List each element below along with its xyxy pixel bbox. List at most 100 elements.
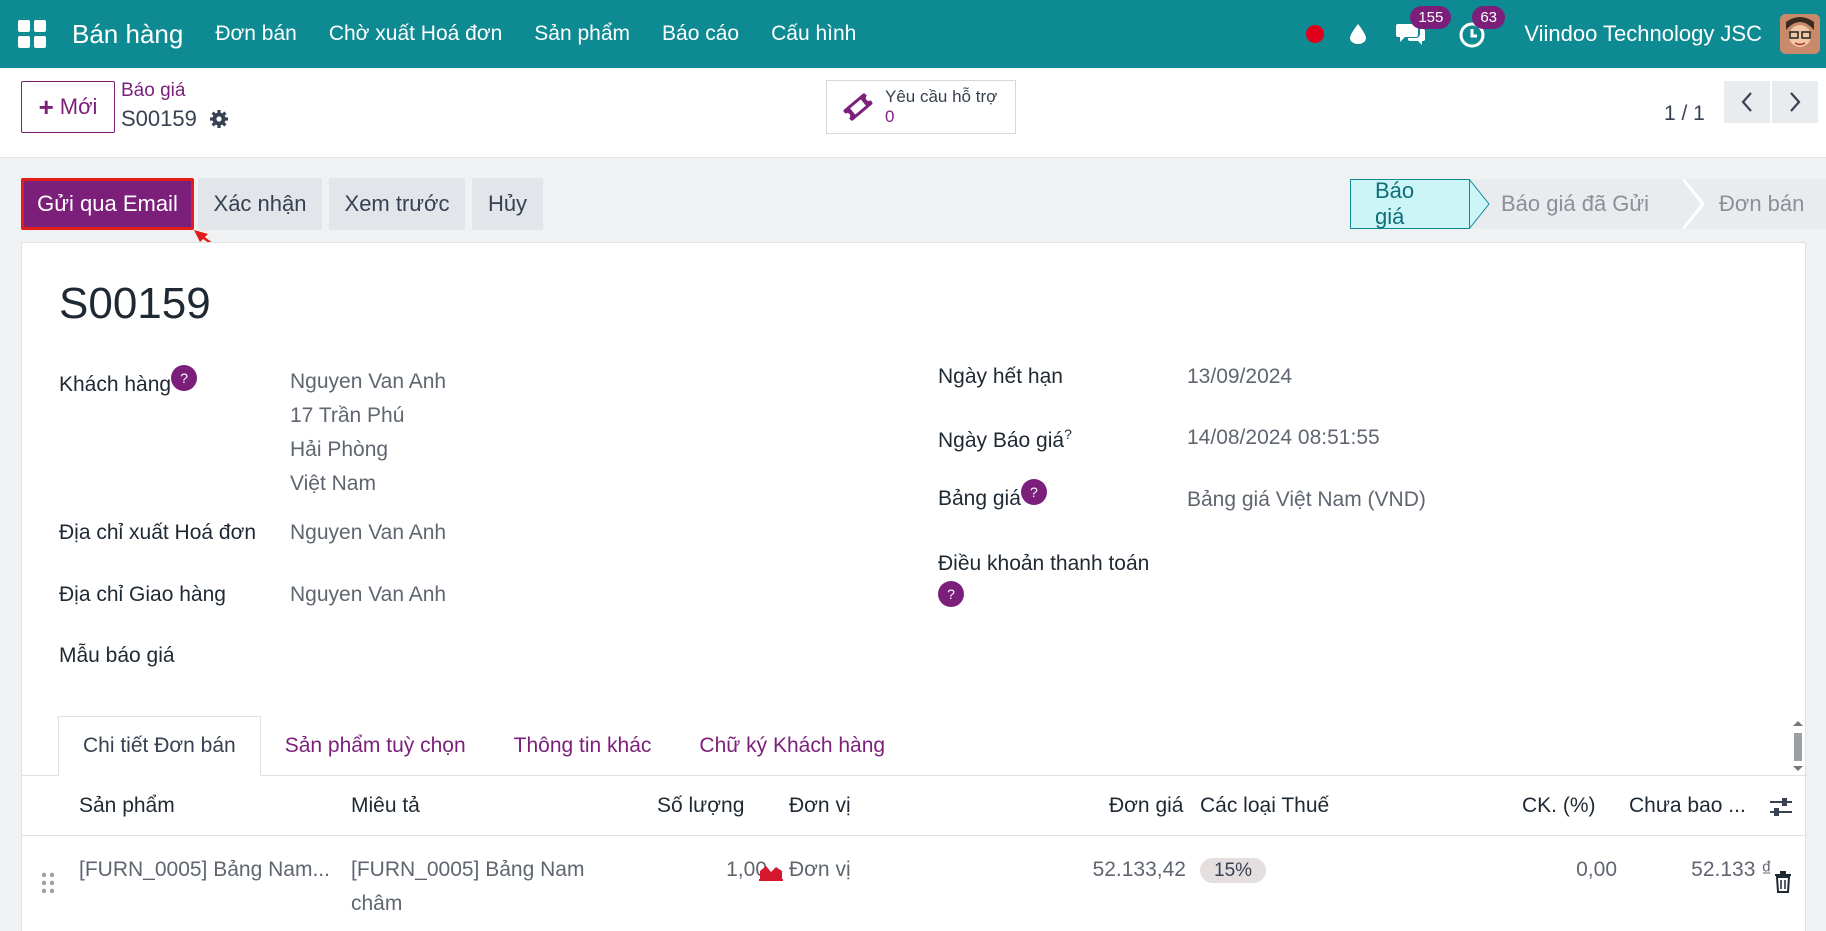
- pricelist-label-text: Bảng giá: [938, 487, 1021, 510]
- tab-customer-signature[interactable]: Chữ ký Khách hàng: [675, 716, 909, 776]
- activities-button[interactable]: 63: [1458, 6, 1505, 48]
- drop-icon[interactable]: [1350, 24, 1367, 44]
- payment-terms-label: Điều khoản thanh toán ?: [938, 549, 1149, 609]
- col-subtotal[interactable]: Chưa bao ...: [1629, 794, 1746, 818]
- stage-arrow-icon: [1469, 179, 1491, 229]
- ticket-icon: [843, 93, 873, 121]
- support-ticket-smart-button[interactable]: Yêu cầu hỗ trợ 0: [826, 80, 1016, 134]
- page-title: S00159: [59, 279, 211, 328]
- send-email-button[interactable]: Gửi qua Email: [21, 178, 194, 230]
- confirm-button[interactable]: Xác nhận: [198, 178, 322, 230]
- invoice-address-label: Địa chỉ xuất Hoá đơn: [59, 521, 257, 544]
- company-switcher[interactable]: Viindoo Technology JSC: [1524, 21, 1762, 47]
- menu-orders[interactable]: Đơn bán: [215, 22, 297, 46]
- tab-optional-products[interactable]: Sản phẩm tuỳ chọn: [261, 716, 490, 776]
- pager-next-button[interactable]: [1772, 81, 1818, 123]
- trash-icon[interactable]: [1774, 871, 1792, 893]
- expiration-label: Ngày hết hạn: [938, 365, 1063, 388]
- payment-terms-field[interactable]: [1187, 545, 1767, 579]
- breadcrumb-quotations[interactable]: Báo giá: [121, 80, 185, 102]
- tab-order-lines[interactable]: Chi tiết Đơn bán: [58, 716, 261, 776]
- pager-previous-button[interactable]: [1724, 81, 1770, 123]
- vertical-scrollbar[interactable]: [1792, 721, 1804, 771]
- customer-label-text: Khách hàng: [59, 373, 172, 396]
- pricelist-field[interactable]: Bảng giá Việt Nam (VND): [1187, 488, 1426, 512]
- cell-description-line-1: [FURN_0005] Bảng Nam: [351, 858, 585, 881]
- cell-uom[interactable]: Đơn vị: [789, 853, 851, 887]
- plus-icon: +: [38, 91, 54, 122]
- cell-description[interactable]: [FURN_0005] Bảng Nam châm: [351, 853, 584, 921]
- customer-city: Hải Phòng: [290, 438, 389, 461]
- customer-field[interactable]: Nguyen Van Anh 17 Trần Phú Hải Phòng Việ…: [290, 365, 446, 501]
- drag-handle-icon[interactable]: [40, 871, 56, 895]
- quotation-template-label: Mẫu báo giá: [59, 644, 175, 667]
- column-settings-icon[interactable]: [1768, 796, 1794, 818]
- quotation-date-label-text: Ngày Báo giá: [938, 429, 1065, 452]
- forecast-chart-icon[interactable]: [759, 863, 783, 881]
- quotation-date-field[interactable]: 14/08/2024 08:51:55: [1187, 426, 1380, 450]
- support-count: 0: [885, 107, 895, 126]
- invoice-address-field[interactable]: Nguyen Van Anh: [290, 521, 446, 545]
- record-name: S00159: [121, 106, 197, 131]
- top-navbar: Bán hàng Đơn bán Chờ xuất Hoá đơn Sản ph…: [0, 0, 1826, 68]
- cell-discount[interactable]: 0,00: [1472, 853, 1617, 887]
- cell-description-line-2: châm: [351, 892, 403, 915]
- user-avatar[interactable]: [1780, 14, 1820, 54]
- messages-badge: 155: [1410, 6, 1452, 29]
- table-row[interactable]: [FURN_0005] Bảng Nam... [FURN_0005] Bảng…: [22, 837, 1807, 931]
- menu-reporting[interactable]: Báo cáo: [662, 22, 739, 46]
- expiration-field[interactable]: 13/09/2024: [1187, 365, 1292, 389]
- col-unit-price[interactable]: Đơn giá: [1109, 794, 1183, 818]
- delivery-address-label: Địa chỉ Giao hàng: [59, 583, 226, 606]
- help-icon[interactable]: ?: [1020, 479, 1047, 505]
- cancel-button[interactable]: Hủy: [472, 178, 543, 230]
- stage-quotation[interactable]: Báo giá: [1350, 178, 1470, 229]
- col-product[interactable]: Sản phẩm: [79, 794, 175, 818]
- apps-menu-icon[interactable]: [18, 20, 46, 48]
- customer-label: Khách hàng?: [59, 365, 198, 397]
- menu-products[interactable]: Sản phẩm: [534, 22, 630, 46]
- col-taxes[interactable]: Các loại Thuế: [1200, 794, 1329, 818]
- help-icon[interactable]: ?: [171, 365, 198, 391]
- support-label: Yêu cầu hỗ trợ: [885, 87, 998, 106]
- cell-subtotal: 52.133 ₫: [1691, 858, 1772, 881]
- pager-value: 1 / 1: [1664, 102, 1705, 125]
- preview-button[interactable]: Xem trước: [329, 178, 465, 230]
- payment-terms-label-text: Điều khoản thanh toán: [938, 552, 1150, 575]
- chevron-left-icon: [1741, 92, 1752, 112]
- stage-sales-order[interactable]: Đơn bán: [1705, 179, 1826, 229]
- record-dot-icon[interactable]: [1306, 25, 1325, 43]
- delivery-address-field[interactable]: Nguyen Van Anh: [290, 583, 446, 607]
- col-quantity[interactable]: Số lượng: [657, 794, 744, 818]
- tax-badge: 15%: [1200, 858, 1267, 883]
- messages-button[interactable]: 155: [1396, 6, 1452, 48]
- gear-icon[interactable]: [209, 109, 229, 129]
- avatar-face-icon: [1780, 14, 1820, 54]
- stage-quotation-sent[interactable]: Báo giá đã Gửi: [1491, 179, 1683, 229]
- col-uom[interactable]: Đơn vị: [789, 794, 851, 818]
- menu-to-invoice[interactable]: Chờ xuất Hoá đơn: [329, 22, 502, 46]
- cell-quantity[interactable]: 1,00: [682, 853, 767, 887]
- quotation-template-field[interactable]: [290, 639, 850, 673]
- stage-quotation-sent-label: Báo giá đã Gửi: [1501, 191, 1650, 216]
- cell-product[interactable]: [FURN_0005] Bảng Nam...: [79, 853, 330, 887]
- customer-street: 17 Trần Phú: [290, 404, 405, 427]
- tab-other-info[interactable]: Thông tin khác: [490, 716, 676, 776]
- cell-taxes[interactable]: 15%: [1200, 853, 1267, 888]
- new-button[interactable]: + Mới: [21, 81, 115, 133]
- cell-unit-price[interactable]: 52.133,42: [1022, 853, 1186, 887]
- new-button-label: Mới: [59, 94, 98, 119]
- pricelist-label: Bảng giá?: [938, 479, 1047, 511]
- col-description[interactable]: Miêu tả: [351, 794, 420, 818]
- quotation-date-help-icon[interactable]: ?: [1064, 426, 1072, 442]
- breadcrumb-current: S00159: [121, 106, 229, 132]
- col-discount[interactable]: CK. (%): [1522, 794, 1596, 818]
- customer-country: Việt Nam: [290, 472, 376, 495]
- help-icon[interactable]: ?: [938, 581, 964, 608]
- stage-arrow-icon: [1683, 179, 1705, 229]
- notebook-tabs: Chi tiết Đơn bán Sản phẩm tuỳ chọn Thông…: [58, 716, 909, 776]
- menu-configuration[interactable]: Cấu hình: [771, 22, 856, 46]
- app-brand[interactable]: Bán hàng: [72, 19, 183, 50]
- navbar-systray: 155 63 Viindoo Technology JSC: [1306, 0, 1826, 68]
- stage-sales-order-label: Đơn bán: [1719, 191, 1805, 216]
